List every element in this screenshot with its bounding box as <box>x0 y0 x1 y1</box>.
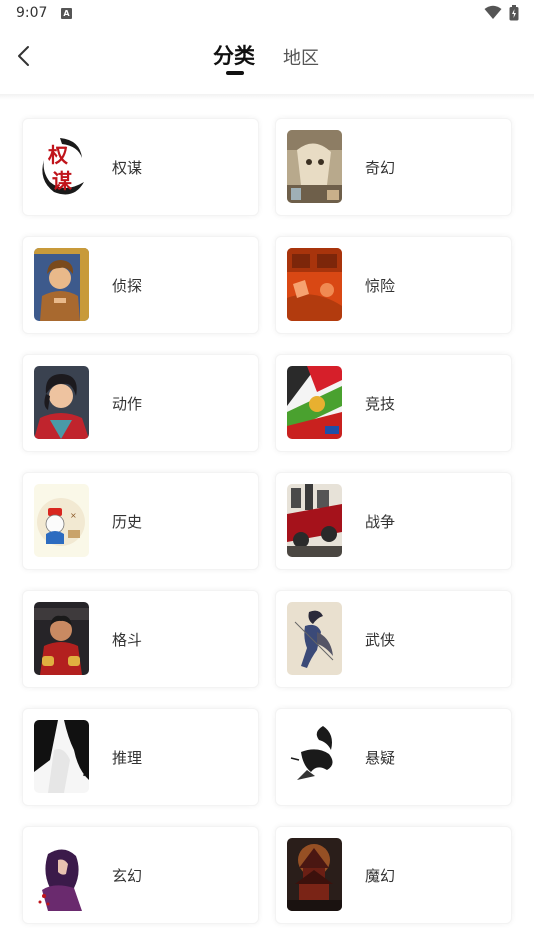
category-card-zhanzheng[interactable]: 战争 <box>275 472 512 570</box>
back-icon[interactable] <box>10 42 38 70</box>
category-card-gedou[interactable]: 格斗 <box>22 590 259 688</box>
category-label: 悬疑 <box>365 749 396 767</box>
category-card-lishi[interactable]: × 历史 <box>22 472 259 570</box>
thumb-char: 权 <box>47 143 69 167</box>
category-label: 侦探 <box>112 277 143 295</box>
category-thumbnail <box>34 838 89 911</box>
category-thumbnail <box>287 720 342 793</box>
battery-icon <box>509 5 519 21</box>
category-card-wuxia[interactable]: 武侠 <box>275 590 512 688</box>
active-tab-indicator <box>226 71 244 75</box>
category-thumbnail: × <box>34 484 89 557</box>
category-label: 格斗 <box>112 631 143 649</box>
category-card-jingxian[interactable]: 惊险 <box>275 236 512 334</box>
category-thumbnail <box>34 602 89 675</box>
thumb-char: 谋 <box>52 169 73 193</box>
category-label: 权谋 <box>112 159 143 177</box>
category-label: 武侠 <box>365 631 396 649</box>
category-card-xuanyi[interactable]: 悬疑 <box>275 708 512 806</box>
category-label: 竞技 <box>365 395 396 413</box>
category-label: 奇幻 <box>365 159 396 177</box>
category-thumbnail <box>287 484 342 557</box>
category-grid: 权 谋 权谋 奇幻 侦探 惊险 动作 竞技 × 历史 战争 格斗 武侠 推理 悬… <box>22 118 514 924</box>
status-bar: 9:07 A <box>0 0 534 28</box>
category-thumbnail <box>287 130 342 203</box>
wifi-icon <box>484 5 502 19</box>
category-thumbnail <box>34 366 89 439</box>
category-label: 战争 <box>365 513 396 531</box>
status-time: 9:07 <box>16 5 48 21</box>
category-label: 玄幻 <box>112 867 143 885</box>
category-card-qihuan[interactable]: 奇幻 <box>275 118 512 216</box>
category-thumbnail <box>287 602 342 675</box>
category-thumbnail <box>287 838 342 911</box>
category-thumbnail <box>287 248 342 321</box>
category-thumbnail <box>34 248 89 321</box>
category-thumbnail: 权 谋 <box>34 130 89 203</box>
tab-region[interactable]: 地区 <box>283 44 319 70</box>
category-card-dongzuo[interactable]: 动作 <box>22 354 259 452</box>
notification-icon: A <box>61 8 72 19</box>
category-thumbnail <box>287 366 342 439</box>
svg-text:×: × <box>70 511 77 520</box>
category-card-tuili[interactable]: 推理 <box>22 708 259 806</box>
header-divider <box>0 94 534 100</box>
category-thumbnail <box>34 720 89 793</box>
category-card-mohuan[interactable]: 魔幻 <box>275 826 512 924</box>
category-card-jingji[interactable]: 竞技 <box>275 354 512 452</box>
category-label: 动作 <box>112 395 143 413</box>
category-label: 惊险 <box>365 277 396 295</box>
top-nav-bar: 分类 地区 <box>0 28 534 94</box>
category-label: 历史 <box>112 513 143 531</box>
category-card-quanmou[interactable]: 权 谋 权谋 <box>22 118 259 216</box>
category-label: 魔幻 <box>365 867 396 885</box>
category-label: 推理 <box>112 749 143 767</box>
category-card-xuanhuan[interactable]: 玄幻 <box>22 826 259 924</box>
category-card-zhentan[interactable]: 侦探 <box>22 236 259 334</box>
tab-category[interactable]: 分类 <box>213 40 255 70</box>
